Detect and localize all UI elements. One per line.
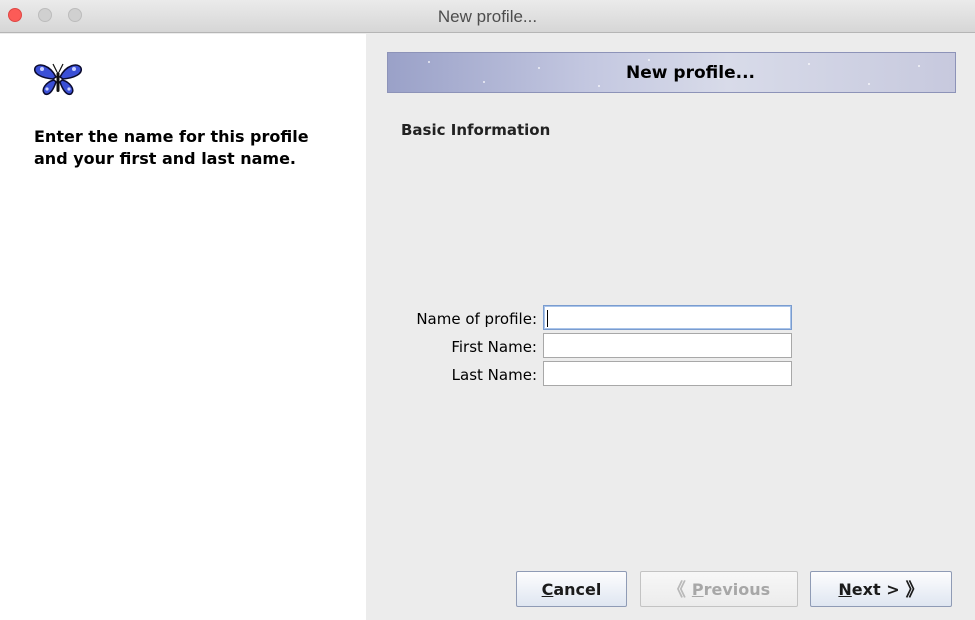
instructions-text: Enter the name for this profile and your… <box>34 126 354 170</box>
instructions-panel: Enter the name for this profile and your… <box>0 34 366 620</box>
first-name-field[interactable] <box>543 333 792 358</box>
next-mnemonic: N <box>838 579 852 599</box>
instructions-line-2: and your first and last name. <box>34 149 296 168</box>
first-name-label: First Name: <box>451 338 537 356</box>
next-label: ext > <box>851 579 900 599</box>
profile-name-field[interactable] <box>543 305 792 330</box>
chevron-left-icon: 《 <box>667 580 686 601</box>
butterfly-icon <box>34 63 82 96</box>
cancel-label: ancel <box>553 579 602 599</box>
header-banner: New profile... <box>387 52 956 93</box>
last-name-field[interactable] <box>543 361 792 386</box>
previous-label: revious <box>703 579 771 599</box>
previous-button[interactable]: 《 Previous <box>640 571 798 607</box>
profile-name-label: Name of profile: <box>416 310 537 328</box>
window-title: New profile... <box>437 7 538 26</box>
text-caret <box>547 310 548 327</box>
last-name-label: Last Name: <box>451 366 537 384</box>
section-title: Basic Information <box>401 121 551 139</box>
previous-mnemonic: P <box>691 579 704 599</box>
cancel-button[interactable]: Cancel <box>516 571 627 607</box>
next-button[interactable]: Next > 》 <box>810 571 952 607</box>
instructions-line-1: Enter the name for this profile <box>34 127 309 146</box>
cancel-mnemonic: C <box>541 579 554 599</box>
title-bar: New profile... <box>0 0 975 33</box>
banner-title: New profile... <box>626 63 755 83</box>
chevron-right-icon: 》 <box>905 580 924 601</box>
